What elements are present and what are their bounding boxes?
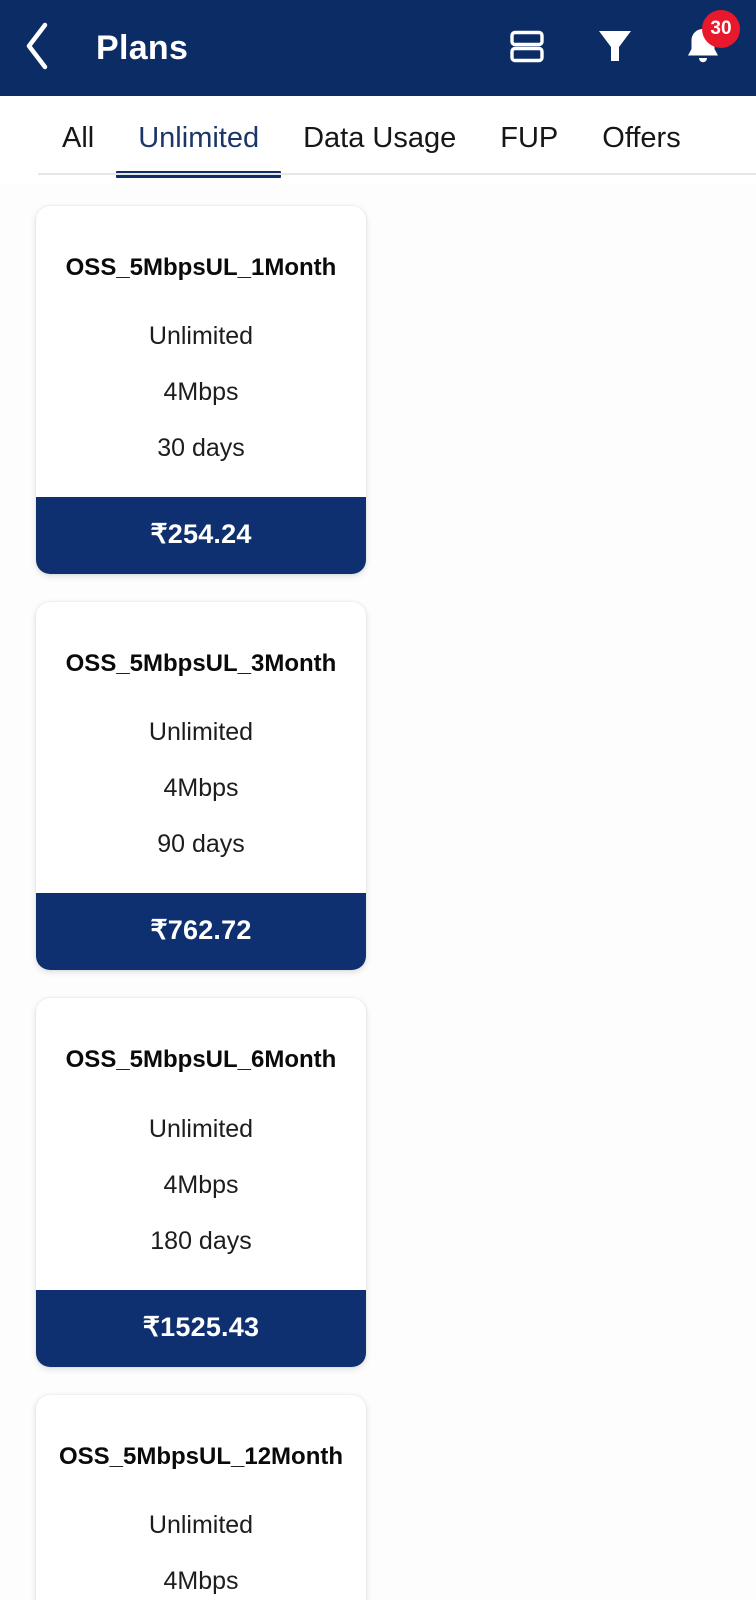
plan-card[interactable]: OSS_5MbpsUL_3Month Unlimited 4Mbps 90 da… <box>36 602 366 971</box>
filter-button[interactable] <box>592 22 638 74</box>
view-toggle-button[interactable] <box>504 22 550 74</box>
tab-divider <box>38 173 756 175</box>
plan-title: OSS_5MbpsUL_12Month <box>58 1442 344 1470</box>
tab-data-usage[interactable]: Data Usage <box>281 96 478 184</box>
tab-offers[interactable]: Offers <box>580 96 702 184</box>
plan-data-allowance: Unlimited <box>148 1114 254 1143</box>
funnel-filter-icon <box>594 24 636 73</box>
tab-fup[interactable]: FUP <box>478 96 580 184</box>
plan-title: OSS_5MbpsUL_3Month <box>65 650 337 678</box>
plan-card-body: OSS_5MbpsUL_1Month Unlimited 4Mbps 30 da… <box>36 206 366 497</box>
plan-speed: 4Mbps <box>163 774 239 803</box>
plans-grid: OSS_5MbpsUL_1Month Unlimited 4Mbps 30 da… <box>0 184 756 1600</box>
plan-validity: 90 days <box>157 830 245 859</box>
plan-validity: 180 days <box>150 1226 252 1255</box>
plan-speed: 4Mbps <box>163 378 239 407</box>
page-title: Plans <box>96 28 189 67</box>
plan-speed: 4Mbps <box>163 1170 239 1199</box>
plan-price[interactable]: ₹254.24 <box>36 497 366 575</box>
tab-list: All Unlimited Data Usage FUP Offers <box>0 96 756 184</box>
plan-data-allowance: Unlimited <box>148 718 254 747</box>
tab-label: Offers <box>602 122 681 154</box>
plan-speed: 4Mbps <box>163 1566 239 1595</box>
notification-badge: 30 <box>702 10 740 48</box>
plan-price[interactable]: ₹1525.43 <box>36 1289 366 1367</box>
header-actions: 30 <box>504 10 740 74</box>
tab-bar[interactable]: All Unlimited Data Usage FUP Offers <box>0 96 756 184</box>
plan-card-body: OSS_5MbpsUL_3Month Unlimited 4Mbps 90 da… <box>36 602 366 893</box>
plan-card[interactable]: OSS_5MbpsUL_1Month Unlimited 4Mbps 30 da… <box>36 206 366 575</box>
tab-label: Unlimited <box>138 122 260 154</box>
tab-unlimited[interactable]: Unlimited <box>116 96 282 184</box>
notifications-button[interactable]: 30 <box>680 10 740 74</box>
plan-card-body: OSS_5MbpsUL_12Month Unlimited 4Mbps 360 … <box>36 1395 366 1600</box>
stacked-rows-icon <box>505 24 549 73</box>
tab-label: All <box>62 122 95 154</box>
plan-title: OSS_5MbpsUL_1Month <box>65 254 337 281</box>
plan-data-allowance: Unlimited <box>148 322 254 351</box>
plan-validity: 30 days <box>157 434 245 463</box>
plan-price[interactable]: ₹762.72 <box>36 893 366 971</box>
tab-label: FUP <box>500 122 559 154</box>
chevron-left-icon <box>22 21 52 76</box>
tab-label: Data Usage <box>303 122 457 154</box>
back-button[interactable] <box>22 18 74 78</box>
plan-card[interactable]: OSS_5MbpsUL_12Month Unlimited 4Mbps 360 … <box>36 1394 366 1600</box>
plan-card[interactable]: OSS_5MbpsUL_6Month Unlimited 4Mbps 180 d… <box>36 998 366 1367</box>
plan-card-body: OSS_5MbpsUL_6Month Unlimited 4Mbps 180 d… <box>36 998 366 1289</box>
app-header: Plans 30 <box>0 0 756 96</box>
tab-all[interactable]: All <box>40 96 116 184</box>
plans-screen: Plans 30 All Unlimited Data Usage FUP Of… <box>0 0 756 1600</box>
plan-title: OSS_5MbpsUL_6Month <box>65 1046 337 1074</box>
plans-scroll-area[interactable]: OSS_5MbpsUL_1Month Unlimited 4Mbps 30 da… <box>0 184 756 1600</box>
plan-data-allowance: Unlimited <box>148 1510 254 1539</box>
